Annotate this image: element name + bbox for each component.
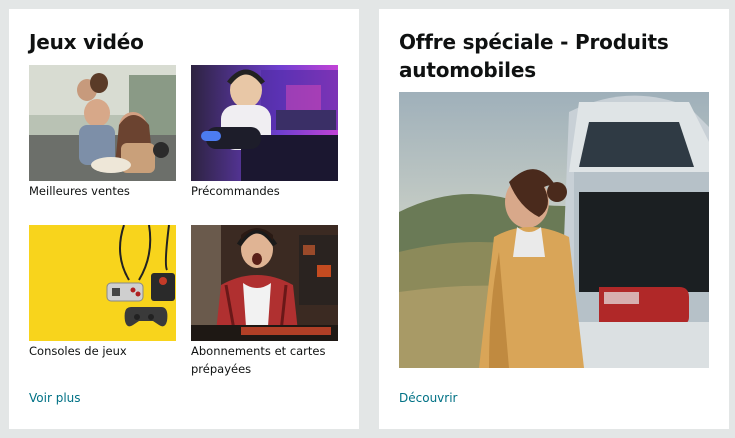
tile-label: Meilleures ventes	[29, 184, 130, 198]
tile-label: Consoles de jeux	[29, 344, 127, 358]
card-title: Offre spéciale - Produits automobiles	[399, 30, 669, 82]
tile-subscriptions[interactable]: Abonnements et cartes prépayées	[191, 225, 338, 378]
tile-label: Précommandes	[191, 184, 280, 198]
gaming-card: Jeux vidéo Meilleures ventes Précommande…	[9, 9, 359, 429]
see-more-link[interactable]: Voir plus	[29, 391, 81, 405]
discover-link[interactable]: Découvrir	[399, 391, 457, 405]
consoles-image	[29, 225, 176, 341]
tile-label: Abonnements et cartes prépayées	[191, 344, 326, 376]
tile-consoles[interactable]: Consoles de jeux	[29, 225, 176, 360]
tile-preorders[interactable]: Précommandes	[191, 65, 338, 200]
card-title: Jeux vidéo	[29, 30, 144, 54]
tile-best-sellers[interactable]: Meilleures ventes	[29, 65, 176, 200]
auto-offer-image[interactable]	[399, 92, 709, 368]
preorders-image	[191, 65, 338, 181]
auto-offer-card: Offre spéciale - Produits automobiles Dé…	[379, 9, 729, 429]
subscriptions-image	[191, 225, 338, 341]
best-sellers-image	[29, 65, 176, 181]
